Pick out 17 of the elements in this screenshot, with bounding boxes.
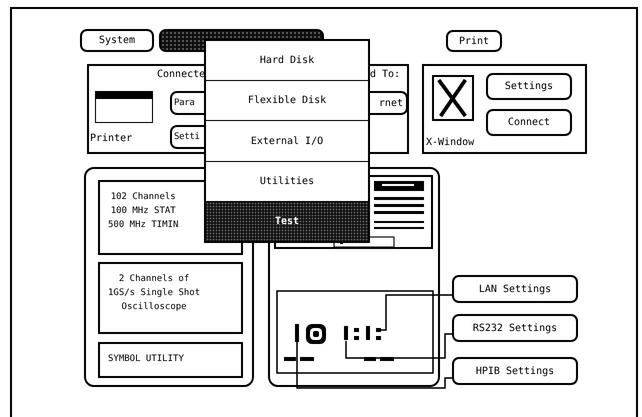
menu-item[interactable]: Test <box>206 202 368 242</box>
xwindow-button[interactable]: Settings <box>486 73 572 100</box>
module-description: SYMBOL UTILITY <box>108 353 184 366</box>
panel-title: Connecte <box>157 69 206 81</box>
port-settings-button[interactable]: HPIB Settings <box>452 357 578 385</box>
xwindow-button[interactable]: Connect <box>486 109 572 136</box>
port-settings-button[interactable]: RS232 Settings <box>452 314 578 342</box>
panel-title: d To: <box>370 69 400 81</box>
module-description: 2 Channels of 1GS/s Single Shot Oscilloscope <box>108 273 200 314</box>
module-description: 102 Channels 100 MHz STAT 500 MHz TIMIN <box>108 191 178 232</box>
port-settings-button[interactable]: LAN Settings <box>452 275 578 303</box>
printer-label: Printer <box>90 133 132 145</box>
x-logo-icon <box>432 75 474 121</box>
print-button[interactable]: Print <box>446 30 502 52</box>
printer-icon <box>95 91 153 123</box>
xwindow-label: X-Window <box>426 137 474 149</box>
tab[interactable]: System <box>80 29 154 52</box>
